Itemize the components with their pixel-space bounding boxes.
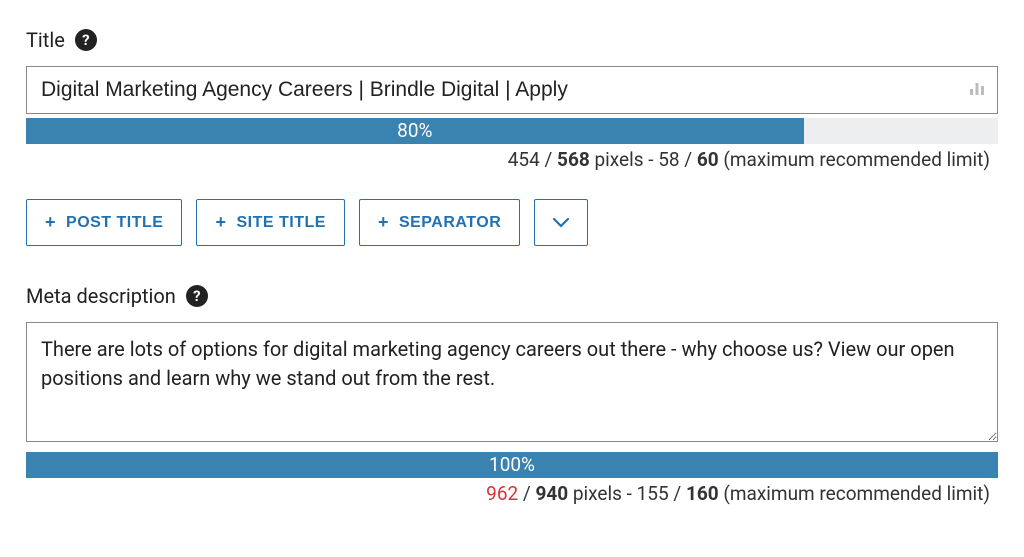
chip-label: POST TITLE bbox=[66, 214, 163, 232]
title-limit-suffix: (maximum recommended limit) bbox=[723, 148, 990, 171]
title-pixels-used: 454 bbox=[508, 148, 540, 171]
meta-progress-bar: 100% bbox=[26, 452, 998, 478]
title-limits-text: 454 / 568 pixels - 58 / 60 (maximum reco… bbox=[26, 144, 998, 175]
meta-progress-track: 100% bbox=[26, 452, 998, 478]
insert-post-title-button[interactable]: + POST TITLE bbox=[26, 199, 182, 246]
meta-description-field-label: Meta description bbox=[26, 284, 176, 308]
chip-label: SEPARATOR bbox=[399, 214, 501, 232]
chevron-down-icon bbox=[553, 218, 569, 228]
plus-icon: + bbox=[378, 212, 389, 233]
plus-icon: + bbox=[215, 212, 226, 233]
help-icon[interactable]: ? bbox=[186, 285, 208, 307]
meta-limit-suffix: (maximum recommended limit) bbox=[723, 482, 990, 505]
insert-site-title-button[interactable]: + SITE TITLE bbox=[196, 199, 344, 246]
plus-icon: + bbox=[45, 212, 56, 233]
title-progress-track: 80% bbox=[26, 118, 998, 144]
title-pixels-limit: 568 bbox=[557, 148, 590, 171]
meta-pixels-used: 962 bbox=[486, 482, 518, 505]
title-chars-used: 58 bbox=[658, 148, 679, 171]
help-icon[interactable]: ? bbox=[75, 29, 97, 51]
title-field-label: Title bbox=[26, 28, 65, 52]
title-progress-bar: 80% bbox=[26, 118, 804, 144]
meta-description-textarea[interactable] bbox=[26, 322, 998, 442]
title-input[interactable] bbox=[26, 66, 998, 114]
more-variables-button[interactable] bbox=[534, 199, 588, 246]
meta-chars-used: 155 bbox=[637, 482, 669, 505]
pixels-suffix: pixels - bbox=[594, 148, 658, 171]
pixels-suffix: pixels - bbox=[573, 482, 637, 505]
insert-separator-button[interactable]: + SEPARATOR bbox=[359, 199, 520, 246]
meta-pixels-limit: 940 bbox=[535, 482, 568, 505]
title-chars-limit: 60 bbox=[697, 148, 719, 171]
meta-chars-limit: 160 bbox=[686, 482, 719, 505]
meta-limits-text: 962 / 940 pixels - 155 / 160 (maximum re… bbox=[26, 478, 998, 509]
chip-label: SITE TITLE bbox=[236, 214, 325, 232]
analytics-icon bbox=[968, 79, 986, 101]
